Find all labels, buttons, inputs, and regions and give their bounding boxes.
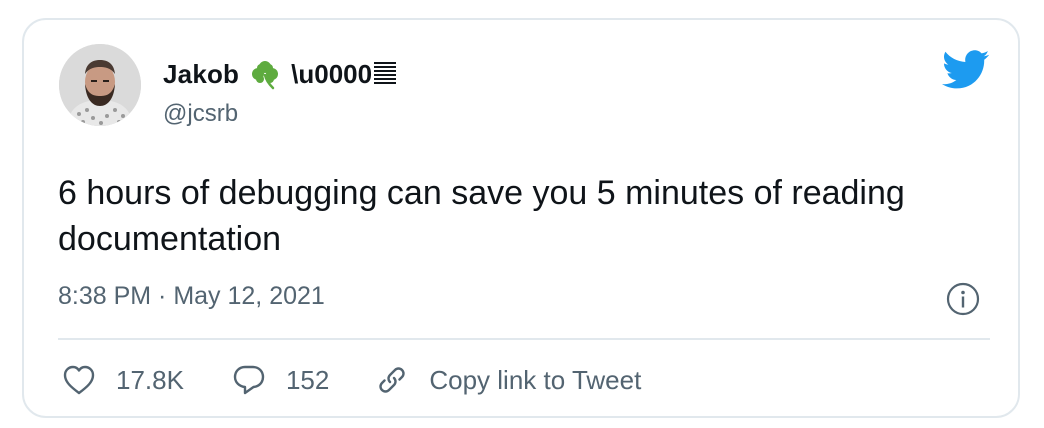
divider (58, 338, 990, 340)
author-name-suffix: \u0000 (291, 58, 373, 89)
tweet-actions: 17.8K 152 Copy link to Tweet (62, 360, 641, 400)
info-icon[interactable] (946, 282, 980, 316)
reply-button[interactable]: 152 (232, 364, 329, 396)
tweet-timestamp[interactable]: 8:38 PM · May 12, 2021 (58, 282, 325, 311)
avatar-image (59, 44, 141, 126)
like-count: 17.8K (116, 364, 184, 395)
tweet-text: 6 hours of debugging can save you 5 minu… (58, 174, 905, 258)
copy-link-button[interactable]: Copy link to Tweet (375, 363, 641, 397)
heart-icon (62, 364, 96, 396)
twitter-bird-icon[interactable] (942, 50, 990, 90)
speech-bubble-icon (232, 364, 266, 396)
copy-link-label: Copy link to Tweet (429, 364, 642, 395)
author-display-name[interactable]: Jakob (163, 59, 239, 90)
author-handle[interactable]: @jcsrb (163, 100, 238, 128)
link-icon (375, 363, 409, 397)
shamrock-icon (249, 58, 281, 90)
lines-icon (374, 61, 397, 87)
author-name-row[interactable]: Jakob \u0000 (163, 56, 397, 92)
like-button[interactable]: 17.8K (62, 364, 184, 396)
tweet-card[interactable]: Jakob \u0000 @jcsrb 6 hours of debugging… (22, 18, 1020, 418)
reply-count: 152 (285, 364, 330, 395)
avatar[interactable] (59, 44, 141, 126)
